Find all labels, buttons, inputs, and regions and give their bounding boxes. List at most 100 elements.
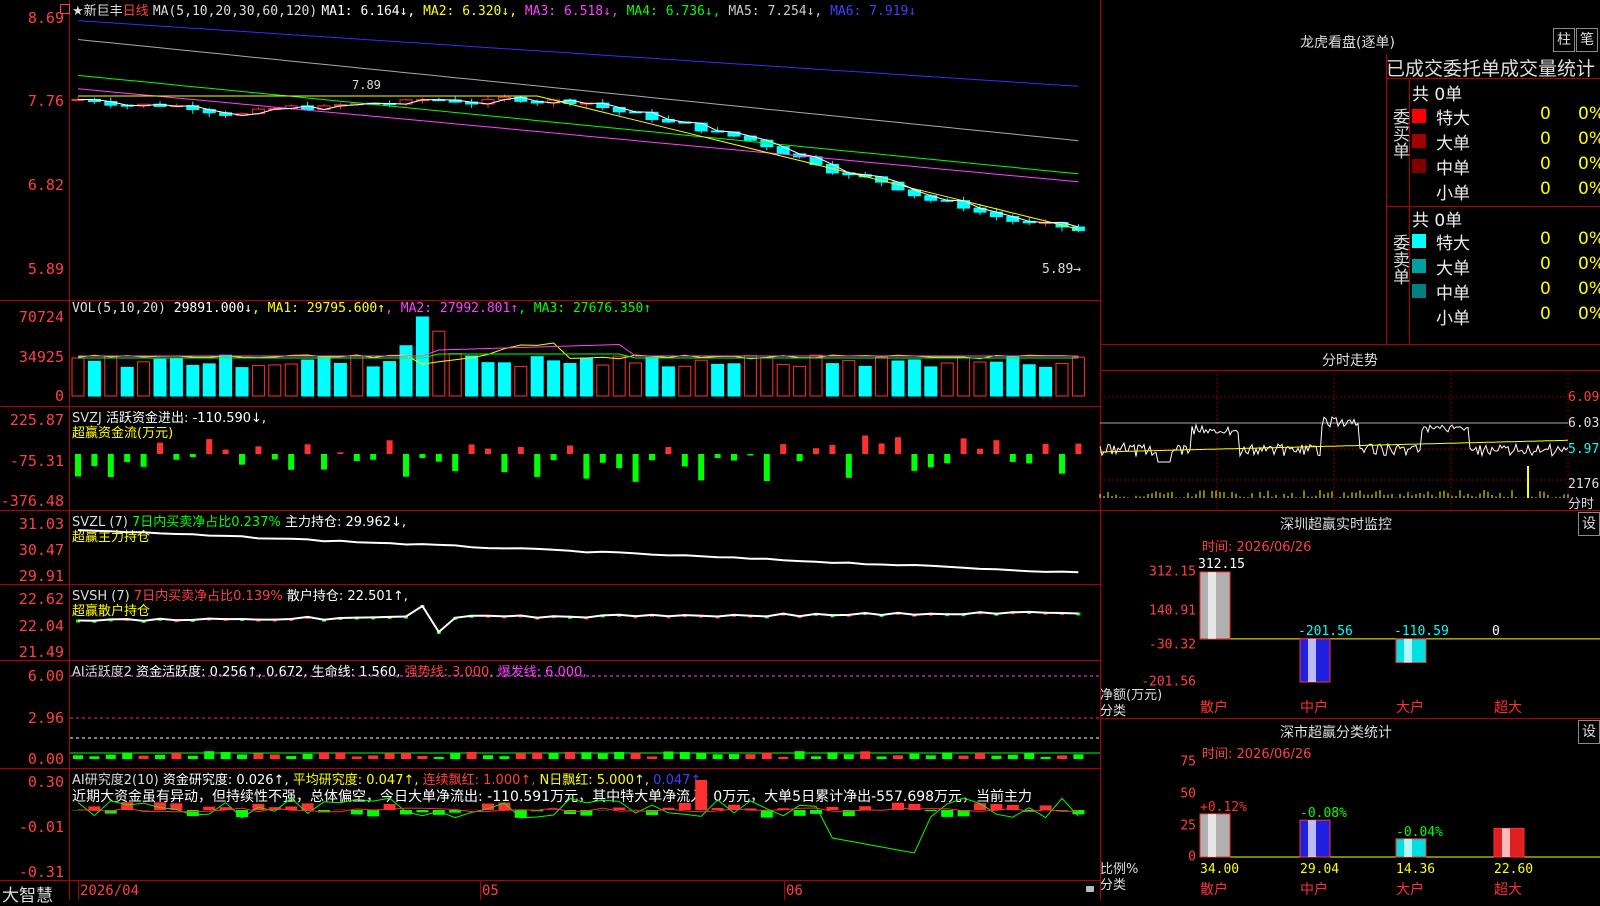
active-bar [401, 753, 411, 759]
ytick: 0.30 [28, 773, 64, 791]
divider [1386, 54, 1387, 344]
active-bar [155, 755, 165, 759]
active-bar [89, 756, 99, 759]
vol-bar [236, 368, 248, 396]
research-bar [761, 810, 773, 818]
classify-yaxis: 75 50 25 0 [1100, 760, 1198, 860]
classify-settings-button[interactable]: 设 [1578, 720, 1600, 744]
ytick: 75 [1180, 755, 1196, 770]
category-label: 超大 [1494, 700, 1522, 716]
row-count: 0 [1540, 254, 1551, 274]
flow-bar [862, 435, 868, 454]
tick-mode-button[interactable]: 笔 [1576, 28, 1598, 52]
active-bar [139, 756, 149, 759]
active-bar [680, 752, 690, 759]
intraday-ytick: 5.97 [1568, 442, 1599, 457]
monitor-settings-button[interactable]: 设 [1578, 512, 1600, 536]
bar-mode-button[interactable]: 柱 [1553, 28, 1575, 52]
vol-bar [170, 359, 182, 396]
flow-bar [879, 444, 885, 454]
flow-bar [764, 454, 770, 481]
active-bar [877, 756, 887, 759]
kline-low-label: 5.89→ [1042, 262, 1081, 277]
vol-bar [826, 364, 838, 396]
ai-active-chart[interactable] [70, 660, 1100, 768]
vol-bar [105, 356, 117, 396]
bar-value-label: -110.59 [1394, 624, 1449, 639]
svsh-chart[interactable] [70, 584, 1100, 660]
vol-bar [252, 366, 264, 396]
vol-bar [187, 365, 199, 396]
row-count: 0 [1540, 104, 1551, 124]
monitor-unit2: 分类 [1100, 700, 1126, 719]
flow-bar [370, 454, 376, 460]
classify-chart[interactable]: +0.12%散户-0.08%中户-0.04%大户超大34.0029.0414.3… [1200, 760, 1600, 900]
bar-bottom-value: 29.04 [1300, 862, 1339, 877]
research-line [78, 798, 1078, 853]
row-count: 0 [1540, 129, 1551, 149]
color-swatch [1412, 259, 1426, 273]
svzj-chart[interactable] [70, 406, 1100, 510]
kline-chart[interactable] [70, 0, 1100, 300]
flow-bar [747, 454, 753, 455]
row-percent: 0% [1578, 279, 1600, 299]
category-bar-shine [1308, 639, 1316, 682]
active-bar [122, 753, 132, 759]
flow-bar [911, 454, 917, 471]
ytick: 5.89 [28, 260, 64, 278]
flow-bar [977, 449, 983, 454]
active-bar [467, 752, 477, 759]
research-bar [679, 803, 691, 810]
vol-bar [564, 363, 576, 396]
row-label: 中单 [1436, 154, 1470, 179]
buy-row: 特大00% [1410, 104, 1600, 128]
active-bar [73, 755, 83, 759]
svsh-yaxis: 22.62 22.04 21.49 [0, 584, 68, 660]
bar-value-label: +0.12% [1200, 800, 1247, 815]
candle-body [646, 112, 658, 119]
flow-bar [387, 440, 393, 454]
lock-icon[interactable] [1086, 886, 1094, 892]
flow-bar [993, 440, 999, 454]
research-bar [367, 810, 379, 816]
active-bar [335, 752, 345, 759]
active-bar [631, 753, 641, 759]
research-bar [990, 804, 1002, 810]
category-label: 超大 [1494, 882, 1522, 898]
divider [1100, 510, 1600, 511]
active-bar [663, 751, 673, 759]
flow-bar [321, 454, 327, 470]
bar-bottom-value: 14.36 [1396, 862, 1435, 877]
research-bar [613, 808, 625, 810]
color-swatch [1412, 284, 1426, 298]
intraday-vol-label: 2176 [1568, 477, 1599, 492]
active-bar [270, 754, 280, 759]
ytick: -75.31 [10, 452, 64, 470]
research-bar [695, 780, 707, 810]
intraday-chart[interactable] [1100, 370, 1568, 510]
research-bar [925, 810, 937, 811]
active-bar [909, 754, 919, 759]
flow-bar [1010, 454, 1016, 462]
vol-chart[interactable] [70, 300, 1100, 406]
active-bar [204, 751, 214, 759]
category-label: 散户 [1200, 699, 1228, 716]
flow-bar [551, 454, 557, 460]
row-count: 0 [1540, 279, 1551, 299]
active-bar [1008, 755, 1018, 759]
flow-bar [1043, 444, 1049, 454]
vol-bar [482, 363, 494, 396]
row-percent: 0% [1578, 154, 1600, 174]
retail-hold-line [78, 606, 1078, 632]
vol-bar [1072, 357, 1084, 396]
xaxis-tick [78, 880, 79, 900]
monitor-chart[interactable]: 312.15散户-201.56中户-110.59大户0超大 [1200, 560, 1600, 720]
ai-research-chart[interactable] [70, 768, 1100, 880]
svzl-chart[interactable] [70, 510, 1100, 584]
vol-bar [974, 362, 986, 396]
flow-bar [961, 438, 967, 454]
active-bar [975, 753, 985, 759]
flow-bar [141, 454, 147, 467]
research-bar [712, 808, 724, 810]
ytick: 21.49 [19, 643, 64, 661]
